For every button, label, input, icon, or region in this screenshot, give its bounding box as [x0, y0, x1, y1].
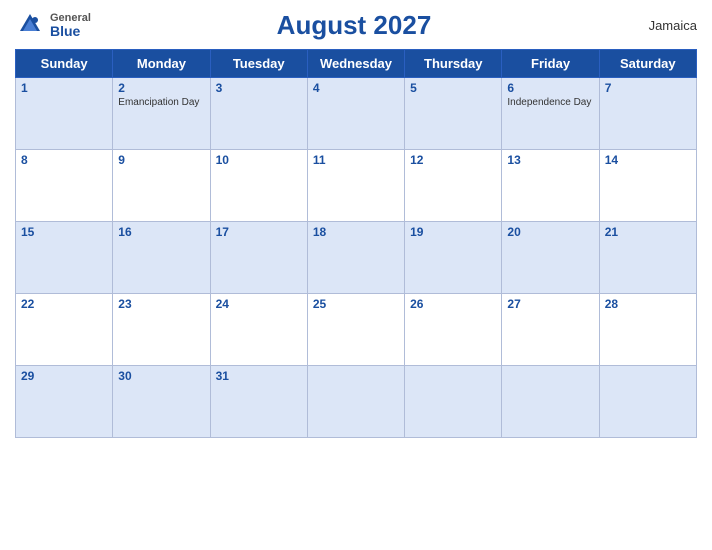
col-monday: Monday	[113, 50, 210, 78]
calendar-day-cell: 25	[307, 294, 404, 366]
day-number: 18	[313, 225, 399, 239]
day-number: 17	[216, 225, 302, 239]
day-number: 21	[605, 225, 691, 239]
day-number: 6	[507, 81, 593, 95]
day-number: 15	[21, 225, 107, 239]
calendar-day-cell	[599, 366, 696, 438]
calendar-day-cell	[307, 366, 404, 438]
day-number: 19	[410, 225, 496, 239]
calendar-day-cell: 22	[16, 294, 113, 366]
day-number: 25	[313, 297, 399, 311]
calendar-week-row: 12 Emancipation Day 3456 Independence Day 7	[16, 78, 697, 150]
calendar-header-row: Sunday Monday Tuesday Wednesday Thursday…	[16, 50, 697, 78]
day-number: 30	[118, 369, 204, 383]
calendar-day-cell: 21	[599, 222, 696, 294]
logo-blue: Blue	[50, 24, 91, 38]
calendar-day-cell: 11	[307, 150, 404, 222]
day-number: 2	[118, 81, 204, 95]
calendar-day-cell: 6 Independence Day	[502, 78, 599, 150]
calendar-day-cell: 26	[405, 294, 502, 366]
calendar-day-cell: 13	[502, 150, 599, 222]
col-tuesday: Tuesday	[210, 50, 307, 78]
day-number: 27	[507, 297, 593, 311]
calendar-title: August 2027	[91, 10, 617, 41]
day-number: 20	[507, 225, 593, 239]
day-number: 22	[21, 297, 107, 311]
calendar-day-cell	[405, 366, 502, 438]
calendar-header: General Blue August 2027 Jamaica	[15, 10, 697, 41]
calendar-day-cell: 10	[210, 150, 307, 222]
calendar-day-cell: 19	[405, 222, 502, 294]
day-number: 23	[118, 297, 204, 311]
day-number: 26	[410, 297, 496, 311]
day-number: 14	[605, 153, 691, 167]
calendar-day-cell: 9	[113, 150, 210, 222]
calendar-day-cell: 16	[113, 222, 210, 294]
calendar-day-cell: 15	[16, 222, 113, 294]
calendar-day-cell: 5	[405, 78, 502, 150]
calendar-day-cell: 3	[210, 78, 307, 150]
day-number: 4	[313, 81, 399, 95]
calendar-day-cell: 29	[16, 366, 113, 438]
day-number: 31	[216, 369, 302, 383]
calendar-week-row: 29 30 31	[16, 366, 697, 438]
day-event: Independence Day	[507, 97, 593, 108]
day-number: 11	[313, 153, 399, 167]
col-saturday: Saturday	[599, 50, 696, 78]
calendar-day-cell: 2 Emancipation Day	[113, 78, 210, 150]
logo-text: General Blue	[50, 13, 91, 38]
day-number: 5	[410, 81, 496, 95]
calendar-day-cell: 30	[113, 366, 210, 438]
day-number: 8	[21, 153, 107, 167]
day-event: Emancipation Day	[118, 97, 204, 108]
calendar-day-cell: 31	[210, 366, 307, 438]
logo-bird-icon	[15, 11, 45, 41]
calendar-day-cell: 8	[16, 150, 113, 222]
col-friday: Friday	[502, 50, 599, 78]
calendar-day-cell: 27	[502, 294, 599, 366]
day-number: 3	[216, 81, 302, 95]
calendar-day-cell	[502, 366, 599, 438]
calendar-week-row: 15 16 17 18 19 20 21	[16, 222, 697, 294]
col-wednesday: Wednesday	[307, 50, 404, 78]
calendar-day-cell: 12	[405, 150, 502, 222]
col-sunday: Sunday	[16, 50, 113, 78]
calendar-day-cell: 18	[307, 222, 404, 294]
calendar-day-cell: 1	[16, 78, 113, 150]
calendar-day-cell: 7	[599, 78, 696, 150]
day-number: 7	[605, 81, 691, 95]
day-number: 12	[410, 153, 496, 167]
calendar-table: Sunday Monday Tuesday Wednesday Thursday…	[15, 49, 697, 438]
day-number: 29	[21, 369, 107, 383]
day-number: 13	[507, 153, 593, 167]
day-number: 28	[605, 297, 691, 311]
day-number: 16	[118, 225, 204, 239]
calendar-day-cell: 28	[599, 294, 696, 366]
calendar-day-cell: 24	[210, 294, 307, 366]
calendar-body: 12 Emancipation Day 3456 Independence Day 7 8…	[16, 78, 697, 438]
day-number: 10	[216, 153, 302, 167]
calendar-day-cell: 4	[307, 78, 404, 150]
page: General Blue August 2027 Jamaica Sunday …	[0, 0, 712, 550]
day-number: 1	[21, 81, 107, 95]
calendar-day-cell: 23	[113, 294, 210, 366]
calendar-day-cell: 20	[502, 222, 599, 294]
calendar-day-cell: 17	[210, 222, 307, 294]
calendar-day-cell: 14	[599, 150, 696, 222]
day-number: 24	[216, 297, 302, 311]
calendar-week-row: 89 10 11 12 13 14	[16, 150, 697, 222]
col-thursday: Thursday	[405, 50, 502, 78]
day-number: 9	[118, 153, 204, 167]
country-label: Jamaica	[617, 18, 697, 33]
logo: General Blue	[15, 11, 91, 41]
calendar-week-row: 22 23 24 25 26 27 28	[16, 294, 697, 366]
